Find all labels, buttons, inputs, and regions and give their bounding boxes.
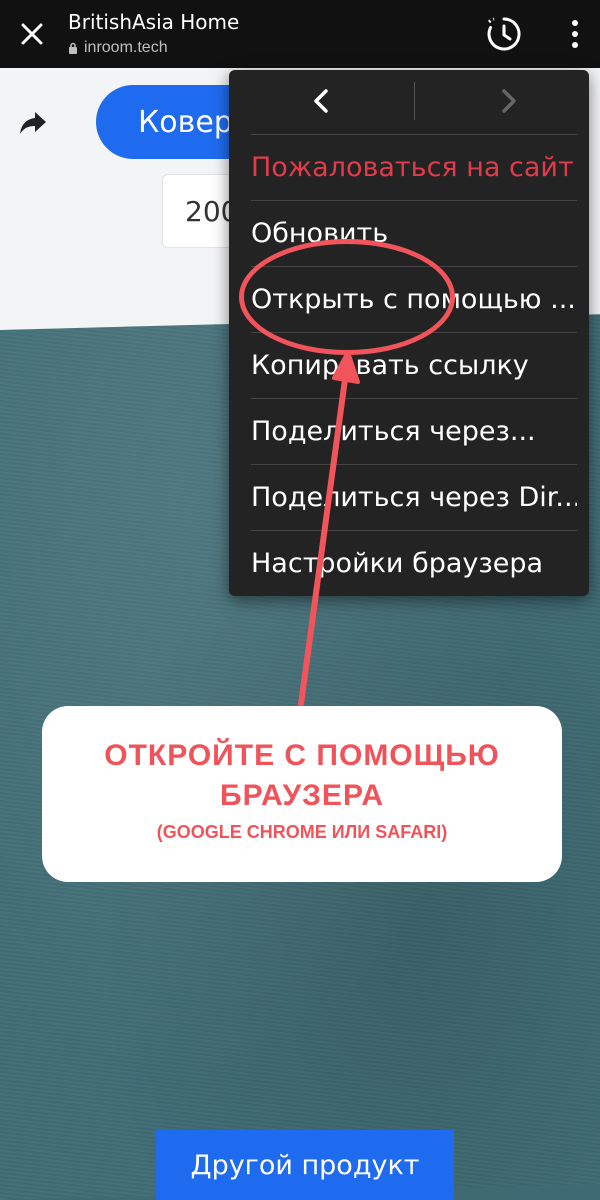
callout-line-1: ОТКРОЙТЕ С ПОМОЩЬЮ — [104, 739, 500, 772]
chevron-left-icon — [314, 89, 328, 113]
history-icon — [487, 17, 521, 51]
page-url: inroom.tech — [68, 39, 168, 57]
other-product-button[interactable]: Другой продукт — [156, 1130, 454, 1200]
menu-item-share-direct[interactable]: Поделиться через Dir... — [251, 464, 577, 529]
menu-item-share-via[interactable]: Поделиться через... — [251, 398, 577, 463]
chevron-right-icon — [502, 89, 516, 113]
back-button[interactable] — [305, 84, 339, 118]
more-vert-icon — [572, 20, 578, 26]
share-arrow-icon — [20, 112, 46, 134]
browser-app-bar: BritishAsia Home inroom.tech — [0, 0, 600, 68]
callout-line-3: (GOOGLE CHROME ИЛИ SAFARI) — [156, 822, 448, 842]
instruction-callout: ОТКРОЙТЕ С ПОМОЩЬЮ БРАУЗЕРА (GOOGLE CHRO… — [42, 706, 562, 882]
forward-button[interactable] — [491, 84, 525, 118]
more-options-button[interactable] — [560, 14, 590, 54]
close-button[interactable] — [14, 16, 50, 52]
share-button[interactable] — [16, 106, 52, 142]
url-text: inroom.tech — [84, 39, 168, 56]
history-button[interactable] — [484, 14, 524, 54]
menu-navigation — [229, 70, 589, 134]
lock-icon — [69, 42, 77, 54]
page-title: BritishAsia Home — [68, 10, 240, 34]
menu-item-browser-settings[interactable]: Настройки браузера — [251, 530, 577, 595]
close-icon — [21, 23, 43, 45]
nav-divider — [414, 82, 415, 120]
menu-item-report-site[interactable]: Пожаловаться на сайт — [251, 134, 577, 199]
callout-line-2: БРАУЗЕРА — [220, 779, 384, 812]
highlight-ellipse — [239, 239, 455, 355]
